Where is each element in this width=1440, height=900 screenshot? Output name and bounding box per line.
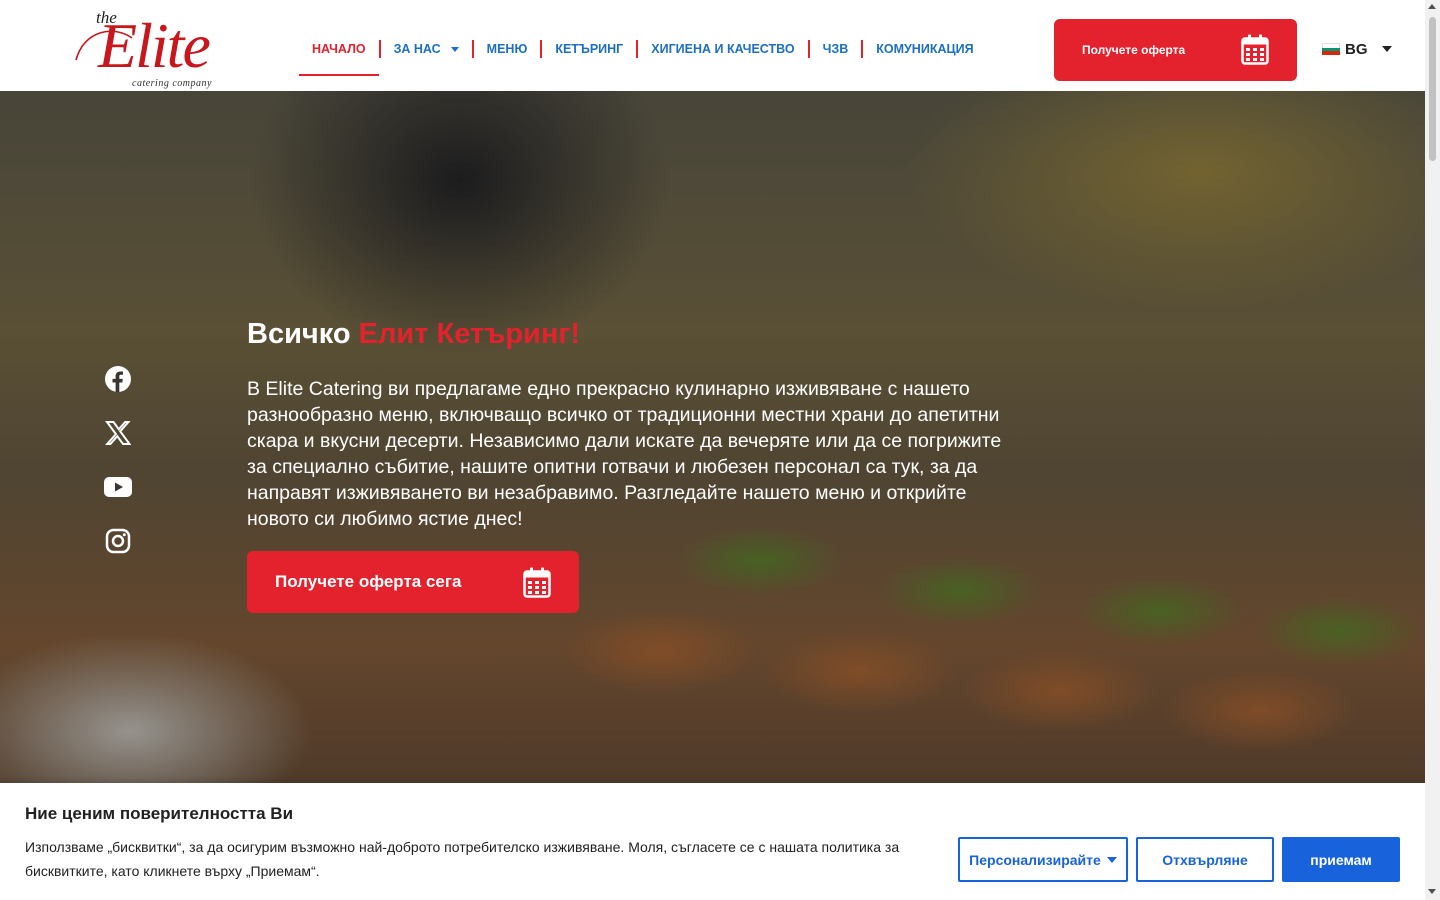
calendar-icon [1241, 34, 1269, 65]
nav-item-about[interactable]: ЗА НАС [381, 28, 472, 70]
youtube-icon[interactable] [104, 474, 132, 500]
nav-item-home[interactable]: НАЧАЛО [299, 28, 379, 76]
chevron-down-icon [450, 46, 459, 52]
cookie-customize-button[interactable]: Персонализирайте [958, 837, 1128, 882]
scroll-down-icon[interactable] [1428, 889, 1436, 894]
x-icon[interactable] [104, 420, 132, 446]
hero-description: В Elite Catering ви предлагаме едно прек… [247, 378, 1002, 530]
elite-logo[interactable]: the Elite catering company [74, 6, 224, 90]
cookie-reject-button[interactable]: Отхвърляне [1136, 837, 1274, 882]
language-switcher[interactable]: BG [1322, 38, 1392, 60]
nav-item-contact[interactable]: КОМУНИКАЦИЯ [863, 28, 986, 70]
nav-item-menu[interactable]: МЕНЮ [474, 28, 541, 70]
scroll-up-icon[interactable] [1428, 4, 1436, 9]
calendar-icon [523, 567, 551, 598]
hero-title-prefix: Всичко [247, 318, 351, 350]
bulgaria-flag-icon [1322, 43, 1340, 56]
main-nav: НАЧАЛО ЗА НАС МЕНЮ КЕТЪРИНГ ХИГИЕНА И КА… [299, 28, 987, 76]
cookie-consent-bar: Ние ценим поверителността Ви Използваме … [0, 783, 1425, 900]
nav-item-catering[interactable]: КЕТЪРИНГ [542, 28, 636, 70]
hero-quote-button[interactable]: Получете оферта сега [247, 551, 579, 613]
hero-quote-label: Получете оферта сега [275, 572, 462, 591]
chevron-down-icon [1106, 856, 1117, 863]
nav-item-hygiene[interactable]: ХИГИЕНА И КАЧЕСТВО [638, 28, 807, 70]
instagram-icon[interactable] [104, 528, 132, 554]
nav-item-faq[interactable]: ЧЗВ [810, 28, 862, 70]
cookie-title: Ние ценим поверителността Ви [25, 804, 294, 823]
cookie-accept-button[interactable]: приемам [1282, 837, 1400, 882]
scrollbar-thumb[interactable] [1429, 17, 1436, 161]
hero-section: Всичко Елит Кетъринг! В Elite Catering в… [0, 91, 1425, 783]
chevron-down-icon [1381, 46, 1392, 52]
language-label: BG [1345, 40, 1368, 58]
logo-tagline: catering company [132, 78, 212, 89]
page-scrollbar[interactable] [1425, 0, 1440, 900]
facebook-icon[interactable] [104, 366, 132, 392]
site-header: the Elite catering company НАЧАЛО ЗА НАС… [0, 0, 1425, 91]
logo-name: Elite [98, 10, 211, 81]
hero-title: Всичко Елит Кетъринг! [247, 318, 580, 351]
header-quote-label: Получете оферта [1082, 43, 1186, 57]
header-quote-button[interactable]: Получете оферта [1054, 19, 1297, 81]
cookie-text: Използваме „бисквитки“, за да осигурим в… [25, 839, 900, 879]
hero-title-accent: Елит Кетъринг! [358, 318, 581, 350]
social-links [104, 366, 132, 554]
